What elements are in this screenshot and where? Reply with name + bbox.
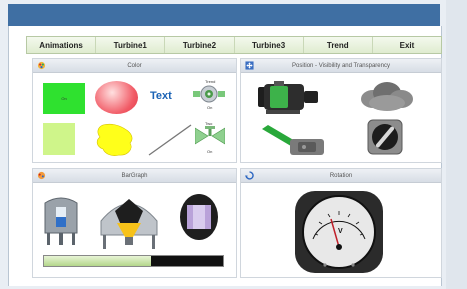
motor-icon [258,81,318,114]
valve-pump-icon [193,85,225,103]
valve-gate-icon [195,126,225,145]
tab-turbine1[interactable]: Turbine1 [96,37,166,53]
meter-unit-label: V [338,228,343,235]
tab-exit[interactable]: Exit [372,37,442,53]
window-titlebar [8,4,440,26]
paint-icon [37,171,46,180]
yellow-blob-shape [96,123,133,156]
green-status-box: On [43,83,85,114]
tank-icon [44,197,78,245]
diagonal-line-shape [148,124,192,156]
bargraph-panel: BarGraph [32,168,237,278]
red-indicator-ellipse [95,81,138,114]
tab-animations[interactable]: Animations [27,37,97,53]
light-green-box [43,123,75,155]
tab-turbine3[interactable]: Turbine3 [234,37,304,53]
green-box-label: On [61,96,67,101]
tab-trend[interactable]: Trend [303,37,373,53]
color-text-label: Text [150,90,172,102]
valve1-bottom-label: On [207,105,213,110]
palette-icon [37,61,46,70]
lever-switch-icon [262,125,324,155]
bargraph-panel-title: BarGraph [121,172,148,179]
color-panel-title: Color [127,62,142,69]
nav-tabs: Animations Turbine1 Turbine2 Turbine3 Tr… [26,36,442,54]
position-panel: Position - Visibility and Transparency [240,58,442,163]
move-icon [245,61,254,70]
color-panel-header: Color [33,59,236,73]
rotation-panel-header: Rotation [241,169,441,183]
position-panel-title: Position - Visibility and Transparency [292,62,390,69]
rotation-panel: Rotation V [240,168,442,278]
silo-hopper-icon [100,199,158,249]
valve2-bottom-label: On [207,149,213,154]
capsule-tank-icon [180,194,218,240]
rotate-icon [245,171,254,180]
bargraph-panel-header: BarGraph [33,169,236,183]
bargraph-fill [44,256,152,266]
bargraph-track [43,255,224,267]
tab-turbine2[interactable]: Turbine2 [165,37,235,53]
rotation-panel-title: Rotation [329,172,353,179]
window-edge [446,0,467,289]
position-panel-header: Position - Visibility and Transparency [241,59,441,73]
smoke-cloud-icon [361,82,413,111]
rotary-switch-icon[interactable] [367,119,403,155]
color-panel: Color On Text Trend On Two On [32,58,237,163]
